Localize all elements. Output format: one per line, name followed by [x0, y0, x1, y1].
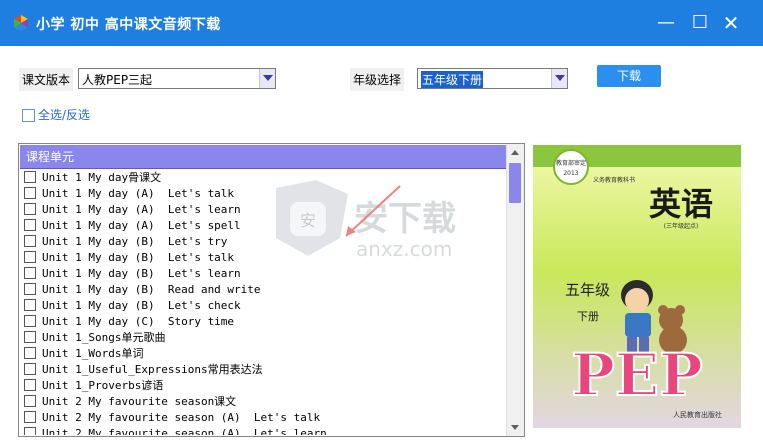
list-item-label: Unit 1 My day (C) Story time: [42, 314, 235, 328]
list-item-label: Unit 1 My day (B) Let's learn: [42, 266, 241, 280]
minimize-button[interactable]: —: [654, 12, 678, 34]
cover-brand: PEP: [571, 341, 702, 409]
list-item[interactable]: Unit 2 My favourite season (A) Let's tal…: [20, 409, 506, 425]
list-item[interactable]: Unit 1 My day (B) Let's talk: [20, 249, 506, 265]
grade-select[interactable]: 五年级下册: [417, 68, 568, 89]
checkbox-icon[interactable]: [24, 283, 36, 295]
list-item-label: Unit 1 My day (A) Let's talk: [42, 186, 235, 200]
checkbox-icon[interactable]: [24, 203, 36, 215]
list-item-label: Unit 1 My day (A) Let's spell: [42, 218, 241, 232]
unit-list: 课程单元 Unit 1 My day骨课文 Unit 1 My day (A) L…: [18, 143, 525, 437]
list-item[interactable]: Unit 1 My day (A) Let's talk: [20, 185, 506, 201]
list-header: 课程单元: [20, 145, 506, 169]
list-item[interactable]: Unit 1 My day (A) Let's learn: [20, 201, 506, 217]
cover-publisher: 人民教育出版社: [673, 410, 722, 419]
edition-select-value: 人教PEP三起: [82, 73, 153, 87]
cover-volume: 下册: [577, 310, 599, 323]
seal-year: 2013: [563, 170, 578, 177]
checkbox-icon[interactable]: [24, 347, 36, 359]
list-item-label: Unit 1 My day骨课文: [42, 171, 162, 184]
title-bar: 小学 初中 高中课文音频下载 — ☐ ✕: [0, 0, 763, 46]
checkbox-icon[interactable]: [24, 235, 36, 247]
checkbox-icon[interactable]: [24, 363, 36, 375]
list-item-label: Unit 1_Songs单元歌曲: [42, 331, 166, 344]
list-item[interactable]: Unit 1 My day (A) Let's spell: [20, 217, 506, 233]
scroll-up-icon[interactable]: [507, 144, 524, 161]
grade-label: 年级选择: [350, 68, 405, 91]
list-item-label: Unit 1 My day (B) Read and write: [42, 282, 261, 296]
list-item-label: Unit 2 My favourite season课文: [42, 395, 237, 408]
cover-grade: 五年级: [565, 281, 610, 299]
list-item[interactable]: Unit 1_Songs单元歌曲: [20, 329, 506, 345]
list-item[interactable]: Unit 1 My day (B) Read and write: [20, 281, 506, 297]
list-item[interactable]: Unit 1 My day (B) Let's learn: [20, 265, 506, 281]
vertical-scrollbar[interactable]: [506, 144, 524, 436]
close-button[interactable]: ✕: [719, 12, 743, 34]
checkbox-icon[interactable]: [22, 109, 35, 122]
checkbox-icon[interactable]: [24, 395, 36, 407]
list-item[interactable]: Unit 1 My day (B) Let's try: [20, 233, 506, 249]
checkbox-icon[interactable]: [24, 331, 36, 343]
window-title: 小学 初中 高中课文音频下载: [36, 17, 221, 33]
list-item[interactable]: Unit 1 My day (C) Story time: [20, 313, 506, 329]
list-item-label: Unit 1 My day (B) Let's talk: [42, 250, 235, 264]
checkbox-icon[interactable]: [24, 299, 36, 311]
grade-select-value: 五年级下册: [421, 71, 484, 88]
list-item-label: Unit 1 My day (B) Let's check: [42, 298, 241, 312]
list-item-label: Unit 1 My day (A) Let's learn: [42, 202, 241, 216]
textbook-cover-image: 教育部审定 2013 义务教育教科书 英语 (三年级起点) 五年级 下册 PEP…: [533, 145, 741, 428]
list-item-label: Unit 1_Proverbs谚语: [42, 379, 164, 392]
list-item-label: Unit 1_Useful_Expressions常用表达法: [42, 363, 263, 376]
list-item[interactable]: Unit 1 My day (B) Let's check: [20, 297, 506, 313]
list-item-label: Unit 1 My day (B) Let's try: [42, 234, 228, 248]
list-item-label: Unit 1_Words单词: [42, 347, 144, 360]
select-all-toggle[interactable]: 全选/反选: [22, 106, 90, 123]
list-item-label: Unit 2 My favourite season (A) Let's lea…: [42, 426, 327, 436]
app-logo-icon: [14, 15, 28, 31]
chevron-down-icon[interactable]: [259, 69, 275, 88]
list-item[interactable]: Unit 1 My day骨课文: [20, 169, 506, 185]
cover-subtitle: (三年级起点): [664, 222, 699, 230]
checkbox-icon[interactable]: [24, 251, 36, 263]
scroll-down-icon[interactable]: [507, 419, 524, 436]
checkbox-icon[interactable]: [24, 171, 36, 183]
edition-select[interactable]: 人教PEP三起: [78, 68, 276, 89]
maximize-button[interactable]: ☐: [688, 12, 712, 34]
checkbox-icon[interactable]: [24, 427, 36, 435]
checkbox-icon[interactable]: [24, 187, 36, 199]
list-item[interactable]: Unit 1_Words单词: [20, 345, 506, 361]
list-item[interactable]: Unit 1_Useful_Expressions常用表达法: [20, 361, 506, 377]
cover-title: 英语: [649, 185, 713, 223]
seal-text: 教育部审定: [556, 159, 586, 167]
checkbox-icon[interactable]: [24, 379, 36, 391]
edition-label: 课文版本: [19, 68, 74, 91]
list-item[interactable]: Unit 2 My favourite season课文: [20, 393, 506, 409]
list-body: Unit 1 My day骨课文 Unit 1 My day (A) Let's …: [20, 169, 506, 435]
checkbox-icon[interactable]: [24, 411, 36, 423]
download-button[interactable]: 下载: [597, 65, 661, 87]
list-item[interactable]: Unit 1_Proverbs谚语: [20, 377, 506, 393]
list-item-label: Unit 2 My favourite season (A) Let's tal…: [42, 410, 321, 424]
badge-top: 义务教育教科书: [593, 176, 635, 184]
chevron-down-icon[interactable]: [551, 69, 567, 88]
scroll-thumb[interactable]: [509, 163, 521, 203]
list-item[interactable]: Unit 2 My favourite season (A) Let's lea…: [20, 425, 506, 435]
checkbox-icon[interactable]: [24, 219, 36, 231]
checkbox-icon[interactable]: [24, 315, 36, 327]
select-all-label: 全选/反选: [38, 108, 91, 122]
checkbox-icon[interactable]: [24, 267, 36, 279]
